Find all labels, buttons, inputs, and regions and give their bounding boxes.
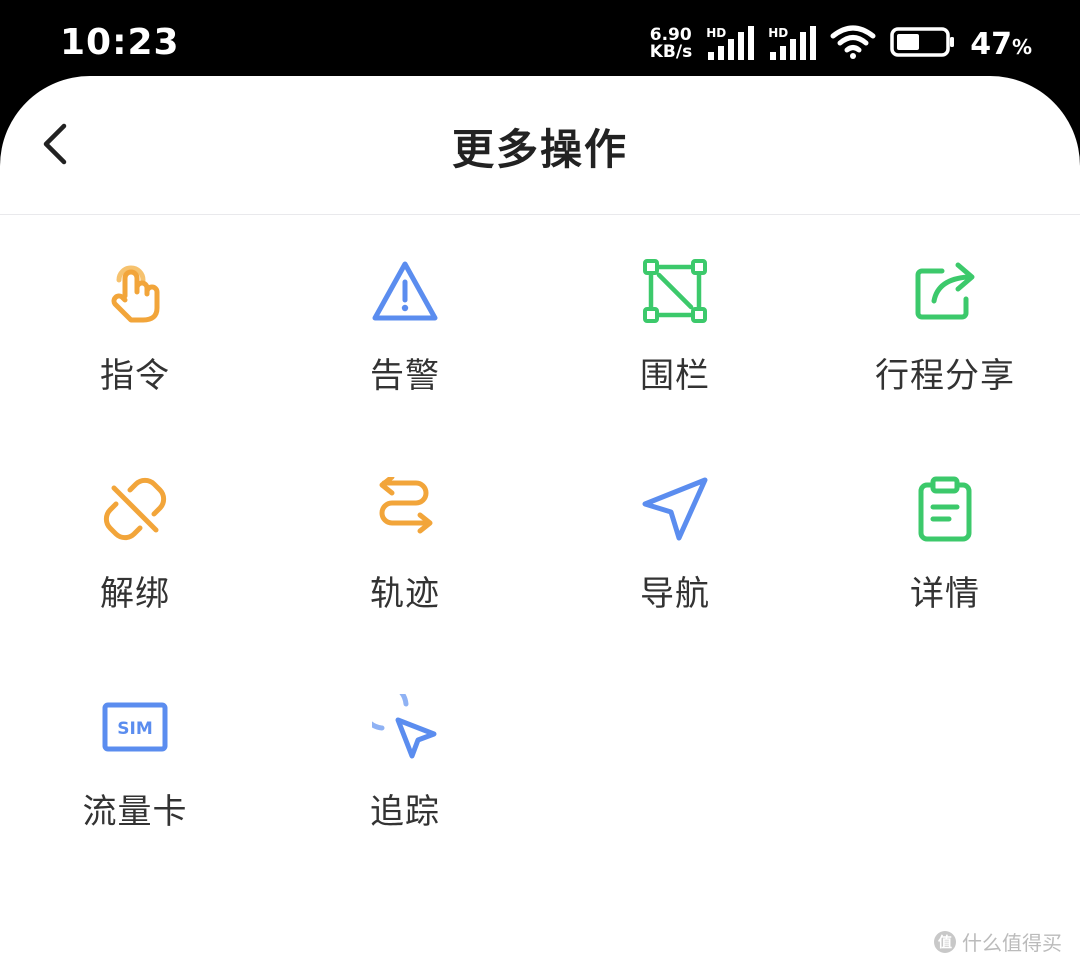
action-label: 告警 (370, 356, 440, 396)
share-icon (910, 256, 980, 326)
touch-finger-icon (100, 256, 170, 326)
watermark-logo: 值 (934, 930, 956, 953)
action-label: 行程分享 (875, 356, 1015, 396)
signal-icon: HD (706, 26, 755, 62)
more-actions-panel: 更多操作 指令 告警 围栏 行程分享 解绑 轨迹 导航 详情 SIM 流量卡 追… (0, 76, 1080, 966)
geofence-icon (640, 256, 710, 326)
navigation-arrow-icon (640, 474, 710, 544)
sim-card-icon: SIM (100, 692, 170, 762)
action-command[interactable]: 指令 (0, 256, 270, 474)
action-data-card[interactable]: SIM 流量卡 (0, 692, 270, 910)
status-icons: 6.90 KB/s HD HD 47% (650, 22, 1032, 66)
sim-card-text: SIM (117, 719, 153, 739)
action-label: 解绑 (100, 574, 170, 614)
action-label: 轨迹 (370, 574, 440, 614)
action-label: 追踪 (370, 792, 440, 832)
page-title: 更多操作 (451, 125, 628, 174)
sim2-hd-label: HD (768, 26, 789, 40)
pointer-click-icon (370, 692, 440, 762)
sim1-hd-label: HD (706, 26, 727, 40)
action-label: 围栏 (640, 356, 710, 396)
header: 更多操作 (0, 76, 1080, 215)
action-label: 流量卡 (82, 792, 188, 832)
action-unbind[interactable]: 解绑 (0, 474, 270, 692)
screen: 10:23 6.90 KB/s HD HD 47% 更多操作 指令 告警 围栏 … (0, 0, 1080, 966)
battery-value: 47 (970, 26, 1012, 62)
action-details[interactable]: 详情 (810, 474, 1080, 692)
warning-triangle-icon (370, 256, 440, 326)
signal-icon: HD (768, 26, 817, 62)
network-speed-unit: KB/s (649, 42, 693, 62)
battery-percentage: 47% (970, 27, 1032, 62)
status-time: 10:23 (60, 22, 180, 63)
wifi-icon (830, 24, 876, 64)
action-follow[interactable]: 追踪 (270, 692, 540, 910)
network-speed: 6.90 KB/s (650, 27, 692, 61)
action-track[interactable]: 轨迹 (270, 474, 540, 692)
watermark-text: 什么值得买 (962, 931, 1062, 955)
unlink-icon (100, 474, 170, 544)
action-trip-share[interactable]: 行程分享 (810, 256, 1080, 474)
action-fence[interactable]: 围栏 (540, 256, 810, 474)
action-label: 导航 (640, 574, 710, 614)
actions-grid: 指令 告警 围栏 行程分享 解绑 轨迹 导航 详情 SIM 流量卡 追踪 (0, 256, 1080, 910)
action-label: 详情 (910, 574, 980, 614)
battery-unit: % (1011, 34, 1032, 59)
action-alarm[interactable]: 告警 (270, 256, 540, 474)
battery-icon (890, 26, 956, 62)
swap-arrows-icon (370, 474, 440, 544)
clipboard-icon (910, 474, 980, 544)
watermark: 值 什么值得买 (934, 927, 1062, 956)
action-navigate[interactable]: 导航 (540, 474, 810, 692)
action-label: 指令 (100, 356, 170, 396)
